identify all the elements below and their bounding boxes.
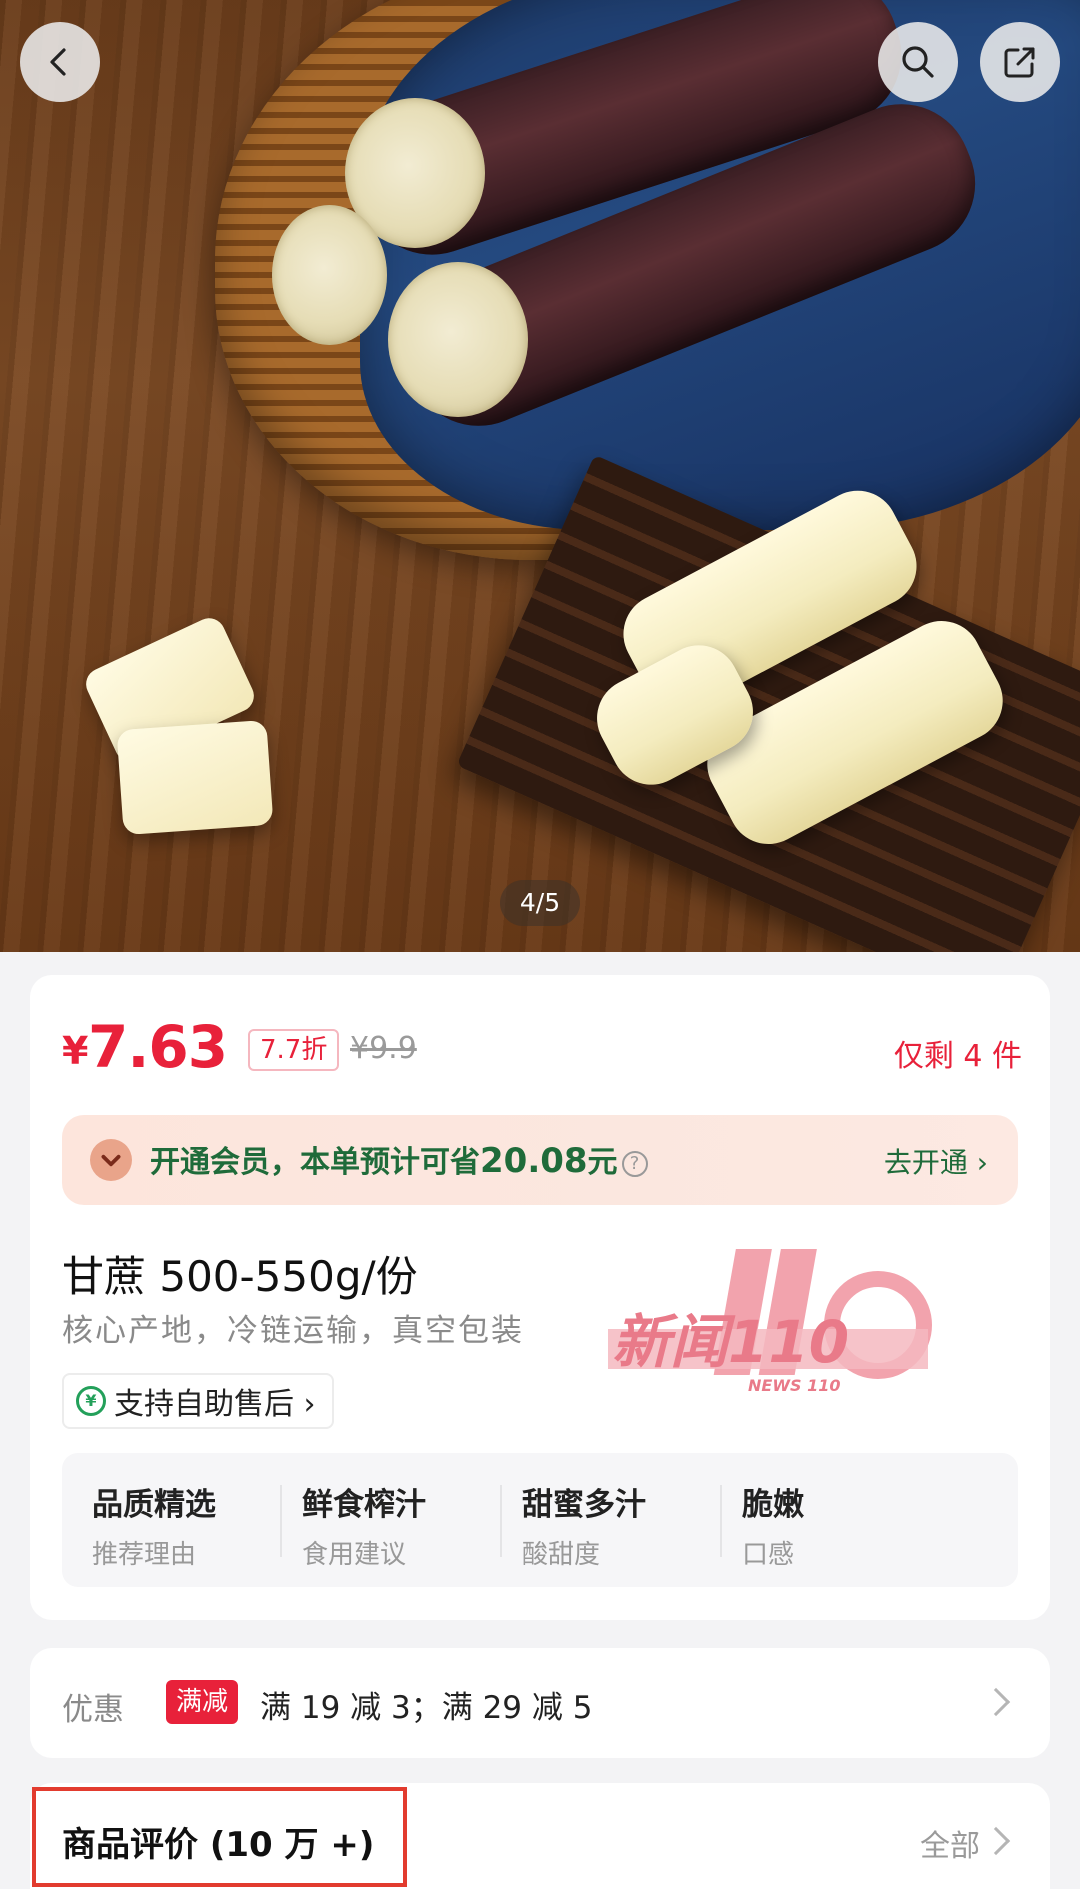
feature-label: 口感 — [742, 1540, 795, 1570]
feature-value: 鲜食榨汁 — [302, 1487, 426, 1523]
watermark-text: 新闻110 — [612, 1308, 849, 1376]
reviews-section[interactable]: 商品评价 (10 万 +) 全部 — [30, 1783, 1050, 1889]
chevron-left-icon — [50, 48, 66, 76]
feature-item: 脆嫩 口感 — [742, 1479, 804, 1571]
back-button[interactable] — [20, 22, 100, 102]
feature-item: 鲜食榨汁 食用建议 — [302, 1479, 426, 1571]
after-sale-label: 支持自助售后 › — [114, 1387, 316, 1422]
feature-label: 推荐理由 — [92, 1540, 197, 1570]
savings-amount: 20.08 — [480, 1141, 588, 1181]
reviews-title: 商品评价 (10 万 +) — [62, 1825, 375, 1865]
yuan-badge-icon: ¥ — [76, 1386, 106, 1416]
divider — [500, 1485, 502, 1557]
promotion-label: 优惠 — [62, 1692, 124, 1728]
feature-value: 脆嫩 — [742, 1487, 804, 1523]
promotion-text: 满 19 减 3；满 29 减 5 — [260, 1690, 593, 1726]
share-button[interactable] — [980, 22, 1060, 102]
savings-unit: 元 — [587, 1145, 618, 1180]
price-row: ¥ 7.63 7.7折 ¥9.9 仅剩 4 件 — [62, 1013, 1022, 1083]
feature-label: 酸甜度 — [522, 1540, 601, 1570]
product-title: 甘蔗 500-550g/份 — [62, 1252, 418, 1301]
watermark-subtext: NEWS 110 — [748, 1376, 840, 1395]
divider — [720, 1485, 722, 1557]
promotion-row[interactable]: 优惠 满减 满 19 减 3；满 29 减 5 — [30, 1648, 1050, 1758]
product-info-card: ¥ 7.63 7.7折 ¥9.9 仅剩 4 件 开通会员，本单预计可省20.08… — [30, 975, 1050, 1620]
gallery-counter: 4/5 — [500, 880, 580, 926]
original-price: ¥9.9 — [350, 1031, 417, 1066]
product-subtitle: 核心产地，冷链运输，真空包装 — [62, 1313, 524, 1349]
chevron-right-icon — [981, 1826, 1011, 1856]
currency-symbol: ¥ — [62, 1029, 89, 1073]
stock-remaining: 仅剩 4 件 — [893, 1039, 1022, 1074]
share-icon — [1004, 47, 1035, 78]
discount-badge: 7.7折 — [248, 1029, 340, 1071]
heart-icon — [90, 1139, 132, 1181]
chevron-right-icon — [981, 1687, 1011, 1717]
current-price: 7.63 — [88, 1013, 228, 1081]
sugarcane-cut-end — [388, 262, 528, 417]
help-icon[interactable]: ? — [621, 1150, 648, 1177]
news110-watermark: 新闻110 NEWS 110 — [608, 1237, 938, 1397]
sugarcane-chunk — [116, 719, 274, 836]
open-membership-link[interactable]: 去开通 › — [884, 1141, 988, 1181]
full-reduction-tag: 满减 — [166, 1680, 239, 1724]
product-detail-page: 4/5 ¥ 7.63 7.7折 ¥9.9 仅剩 4 件 开通会员，本单预计可省2… — [0, 0, 1080, 1889]
sugarcane-cut-end — [272, 205, 387, 345]
feature-highlights: 品质精选 推荐理由 鲜食榨汁 食用建议 甜蜜多汁 酸甜度 脆嫩 口感 — [62, 1453, 1018, 1587]
divider — [280, 1485, 282, 1557]
membership-savings-text: 开通会员，本单预计可省20.08元? — [150, 1137, 648, 1181]
feature-item: 甜蜜多汁 酸甜度 — [522, 1479, 646, 1571]
feature-value: 甜蜜多汁 — [522, 1487, 646, 1523]
view-all-reviews-link[interactable]: 全部 — [920, 1821, 980, 1865]
membership-text: 开通会员，本单预计可省 — [150, 1145, 480, 1180]
self-service-after-sale-button[interactable]: ¥ 支持自助售后 › — [62, 1373, 334, 1429]
search-icon — [902, 46, 934, 78]
product-image-gallery[interactable]: 4/5 — [0, 0, 1080, 952]
feature-value: 品质精选 — [92, 1487, 216, 1523]
search-button[interactable] — [878, 22, 958, 102]
feature-item: 品质精选 推荐理由 — [92, 1479, 216, 1571]
membership-banner[interactable]: 开通会员，本单预计可省20.08元? 去开通 › — [62, 1115, 1018, 1205]
feature-label: 食用建议 — [302, 1540, 407, 1570]
